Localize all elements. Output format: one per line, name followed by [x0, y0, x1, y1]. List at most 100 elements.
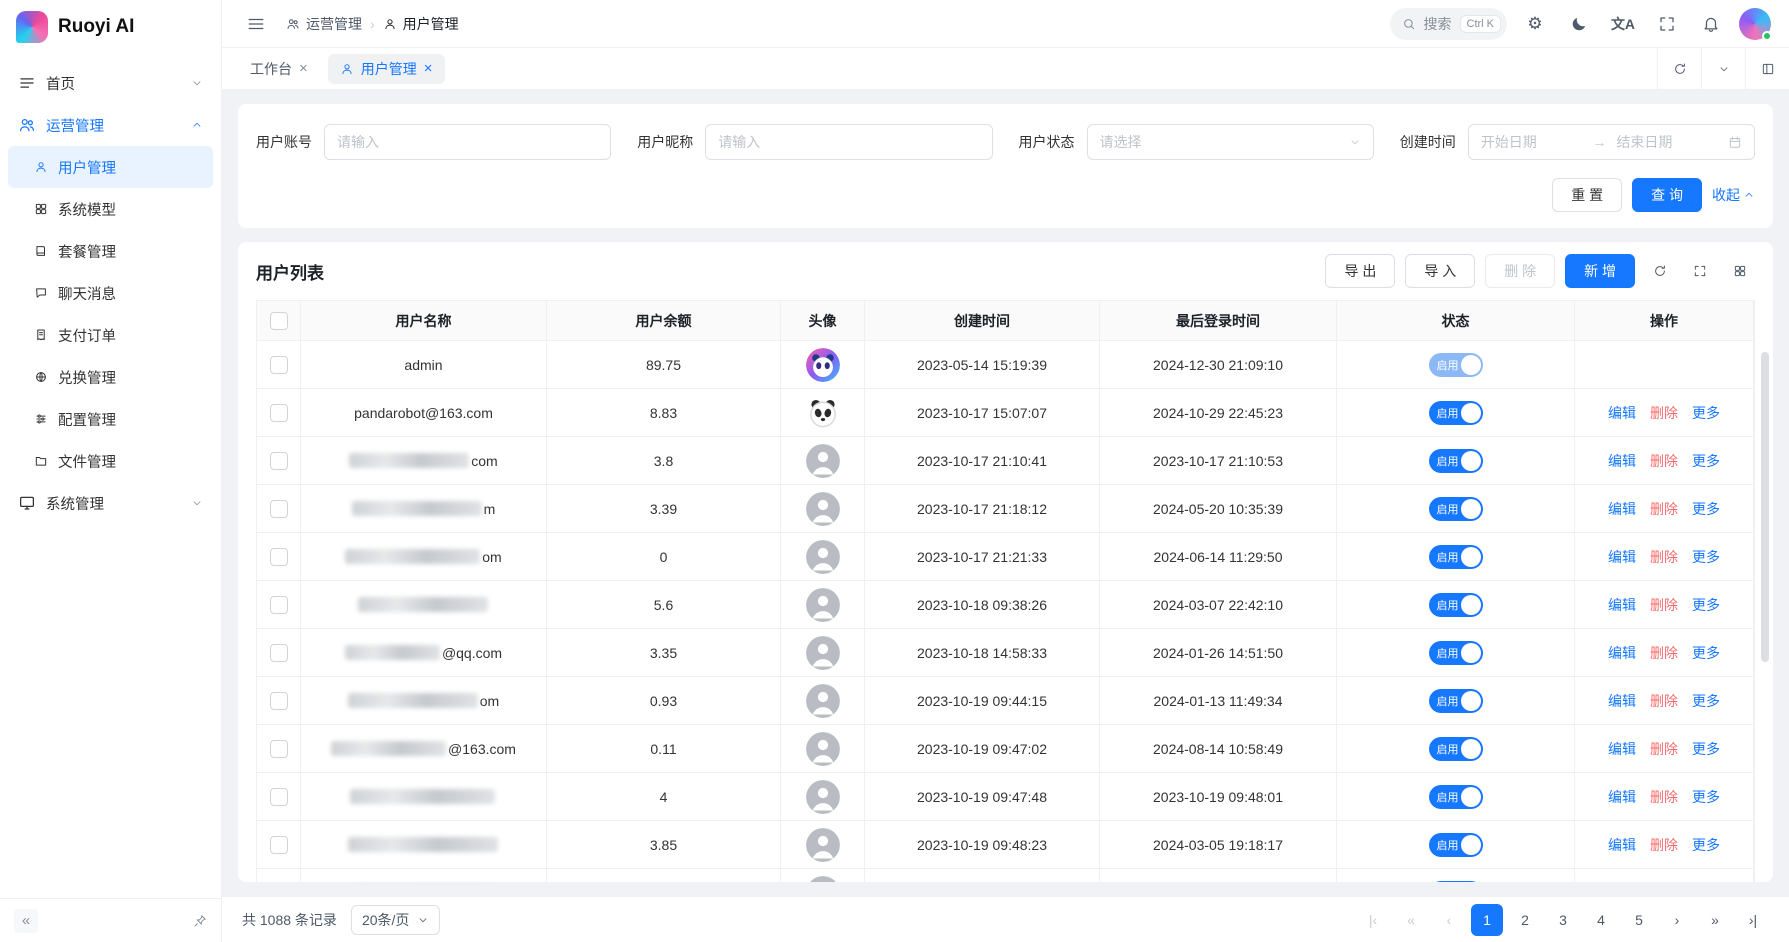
row-action-delete[interactable]: 删除	[1650, 451, 1678, 471]
row-action-edit[interactable]: 编辑	[1608, 643, 1636, 663]
import-button[interactable]: 导 入	[1405, 254, 1475, 288]
row-action-more[interactable]: 更多	[1692, 499, 1720, 519]
sidebar-item-home[interactable]: 首页	[8, 62, 213, 104]
next-page-button[interactable]: ›	[1661, 904, 1693, 936]
account-input[interactable]	[324, 124, 611, 160]
layout-button[interactable]	[1745, 48, 1789, 89]
page-4-button[interactable]: 4	[1585, 904, 1617, 936]
row-checkbox[interactable]	[270, 500, 288, 518]
row-checkbox[interactable]	[270, 356, 288, 374]
notifications-button[interactable]	[1695, 8, 1727, 40]
first-page-button[interactable]: |‹	[1357, 904, 1389, 936]
row-checkbox[interactable]	[270, 740, 288, 758]
page-5-button[interactable]: 5	[1623, 904, 1655, 936]
tab-user-management[interactable]: 用户管理 ×	[328, 54, 445, 84]
last-page-button[interactable]: ›|	[1737, 904, 1769, 936]
row-checkbox[interactable]	[270, 692, 288, 710]
row-action-delete[interactable]: 删除	[1650, 499, 1678, 519]
sidebar-item-chat-messages[interactable]: 聊天消息	[8, 272, 213, 314]
fullscreen-button[interactable]	[1651, 8, 1683, 40]
reset-button[interactable]: 重 置	[1552, 178, 1622, 212]
row-checkbox[interactable]	[270, 452, 288, 470]
table-scrollbar[interactable]	[1761, 352, 1769, 662]
sidebar-item-operations[interactable]: 运营管理	[8, 104, 213, 146]
row-action-edit[interactable]: 编辑	[1608, 691, 1636, 711]
row-action-delete[interactable]: 删除	[1650, 643, 1678, 663]
row-checkbox[interactable]	[270, 788, 288, 806]
page-2-button[interactable]: 2	[1509, 904, 1541, 936]
status-toggle[interactable]: 启用	[1429, 833, 1483, 857]
row-action-more[interactable]: 更多	[1692, 643, 1720, 663]
settings-button[interactable]: ⚙	[1519, 8, 1551, 40]
row-action-more[interactable]: 更多	[1692, 595, 1720, 615]
row-action-more[interactable]: 更多	[1692, 787, 1720, 807]
row-checkbox[interactable]	[270, 596, 288, 614]
row-action-more[interactable]: 更多	[1692, 835, 1720, 855]
prev-5-pages-button[interactable]: «	[1395, 904, 1427, 936]
export-button[interactable]: 导 出	[1325, 254, 1395, 288]
status-toggle[interactable]: 启用	[1429, 737, 1483, 761]
breadcrumb-user-management[interactable]: 用户管理	[383, 14, 459, 34]
status-toggle[interactable]: 启用	[1429, 401, 1483, 425]
row-checkbox[interactable]	[270, 836, 288, 854]
status-toggle[interactable]: 启用	[1429, 881, 1483, 883]
status-toggle[interactable]: 启用	[1429, 689, 1483, 713]
sidebar-collapse-button[interactable]: «	[14, 909, 38, 933]
dark-mode-button[interactable]	[1563, 8, 1595, 40]
add-button[interactable]: 新 增	[1565, 254, 1635, 288]
sidebar-item-exchange-management[interactable]: 兑换管理	[8, 356, 213, 398]
nickname-input[interactable]	[705, 124, 992, 160]
close-icon[interactable]: ×	[424, 61, 433, 76]
collapse-filter-link[interactable]: 收起	[1712, 185, 1755, 205]
close-icon[interactable]: ×	[299, 61, 308, 76]
page-size-select[interactable]: 20条/页	[351, 905, 440, 935]
refresh-list-button[interactable]	[1645, 256, 1675, 286]
sidebar-item-system-model[interactable]: 系统模型	[8, 188, 213, 230]
row-action-delete[interactable]: 删除	[1650, 691, 1678, 711]
row-checkbox[interactable]	[270, 548, 288, 566]
row-action-more[interactable]: 更多	[1692, 739, 1720, 759]
row-action-edit[interactable]: 编辑	[1608, 787, 1636, 807]
row-action-more[interactable]: 更多	[1692, 451, 1720, 471]
query-button[interactable]: 查 询	[1632, 178, 1702, 212]
row-action-delete[interactable]: 删除	[1650, 787, 1678, 807]
table-fullscreen-button[interactable]	[1685, 256, 1715, 286]
status-toggle[interactable]: 启用	[1429, 497, 1483, 521]
next-5-pages-button[interactable]: »	[1699, 904, 1731, 936]
sidebar-item-config-management[interactable]: 配置管理	[8, 398, 213, 440]
row-action-delete[interactable]: 删除	[1650, 595, 1678, 615]
refresh-tab-button[interactable]	[1657, 48, 1701, 89]
global-search[interactable]: 搜索 Ctrl K	[1390, 8, 1508, 40]
row-action-more[interactable]: 更多	[1692, 691, 1720, 711]
row-action-edit[interactable]: 编辑	[1608, 451, 1636, 471]
row-action-edit[interactable]: 编辑	[1608, 739, 1636, 759]
status-toggle[interactable]: 启用	[1429, 641, 1483, 665]
status-toggle[interactable]: 启用	[1429, 593, 1483, 617]
row-action-delete[interactable]: 删除	[1650, 547, 1678, 567]
row-action-delete[interactable]: 删除	[1650, 739, 1678, 759]
select-all-checkbox[interactable]	[270, 312, 288, 330]
row-action-edit[interactable]: 编辑	[1608, 499, 1636, 519]
row-action-edit[interactable]: 编辑	[1608, 595, 1636, 615]
prev-page-button[interactable]: ‹	[1433, 904, 1465, 936]
page-3-button[interactable]: 3	[1547, 904, 1579, 936]
status-toggle[interactable]: 启用	[1429, 353, 1483, 377]
sidebar-item-package-management[interactable]: 套餐管理	[8, 230, 213, 272]
row-checkbox[interactable]	[270, 404, 288, 422]
page-1-button[interactable]: 1	[1471, 904, 1503, 936]
sidebar-item-file-management[interactable]: 文件管理	[8, 440, 213, 482]
status-toggle[interactable]: 启用	[1429, 785, 1483, 809]
row-checkbox[interactable]	[270, 644, 288, 662]
user-avatar-button[interactable]	[1739, 8, 1771, 40]
pin-sidebar-button[interactable]	[193, 914, 207, 928]
breadcrumb-operations[interactable]: 运营管理	[286, 14, 362, 34]
row-action-delete[interactable]: 删除	[1650, 835, 1678, 855]
sidebar-item-user-management[interactable]: 用户管理	[8, 146, 213, 188]
sidebar-item-system-management[interactable]: 系统管理	[8, 482, 213, 524]
status-select[interactable]: 请选择	[1087, 124, 1374, 160]
row-action-edit[interactable]: 编辑	[1608, 547, 1636, 567]
column-settings-button[interactable]	[1725, 256, 1755, 286]
row-action-more[interactable]: 更多	[1692, 547, 1720, 567]
row-action-delete[interactable]: 删除	[1650, 403, 1678, 423]
tab-workbench[interactable]: 工作台 ×	[238, 54, 320, 84]
